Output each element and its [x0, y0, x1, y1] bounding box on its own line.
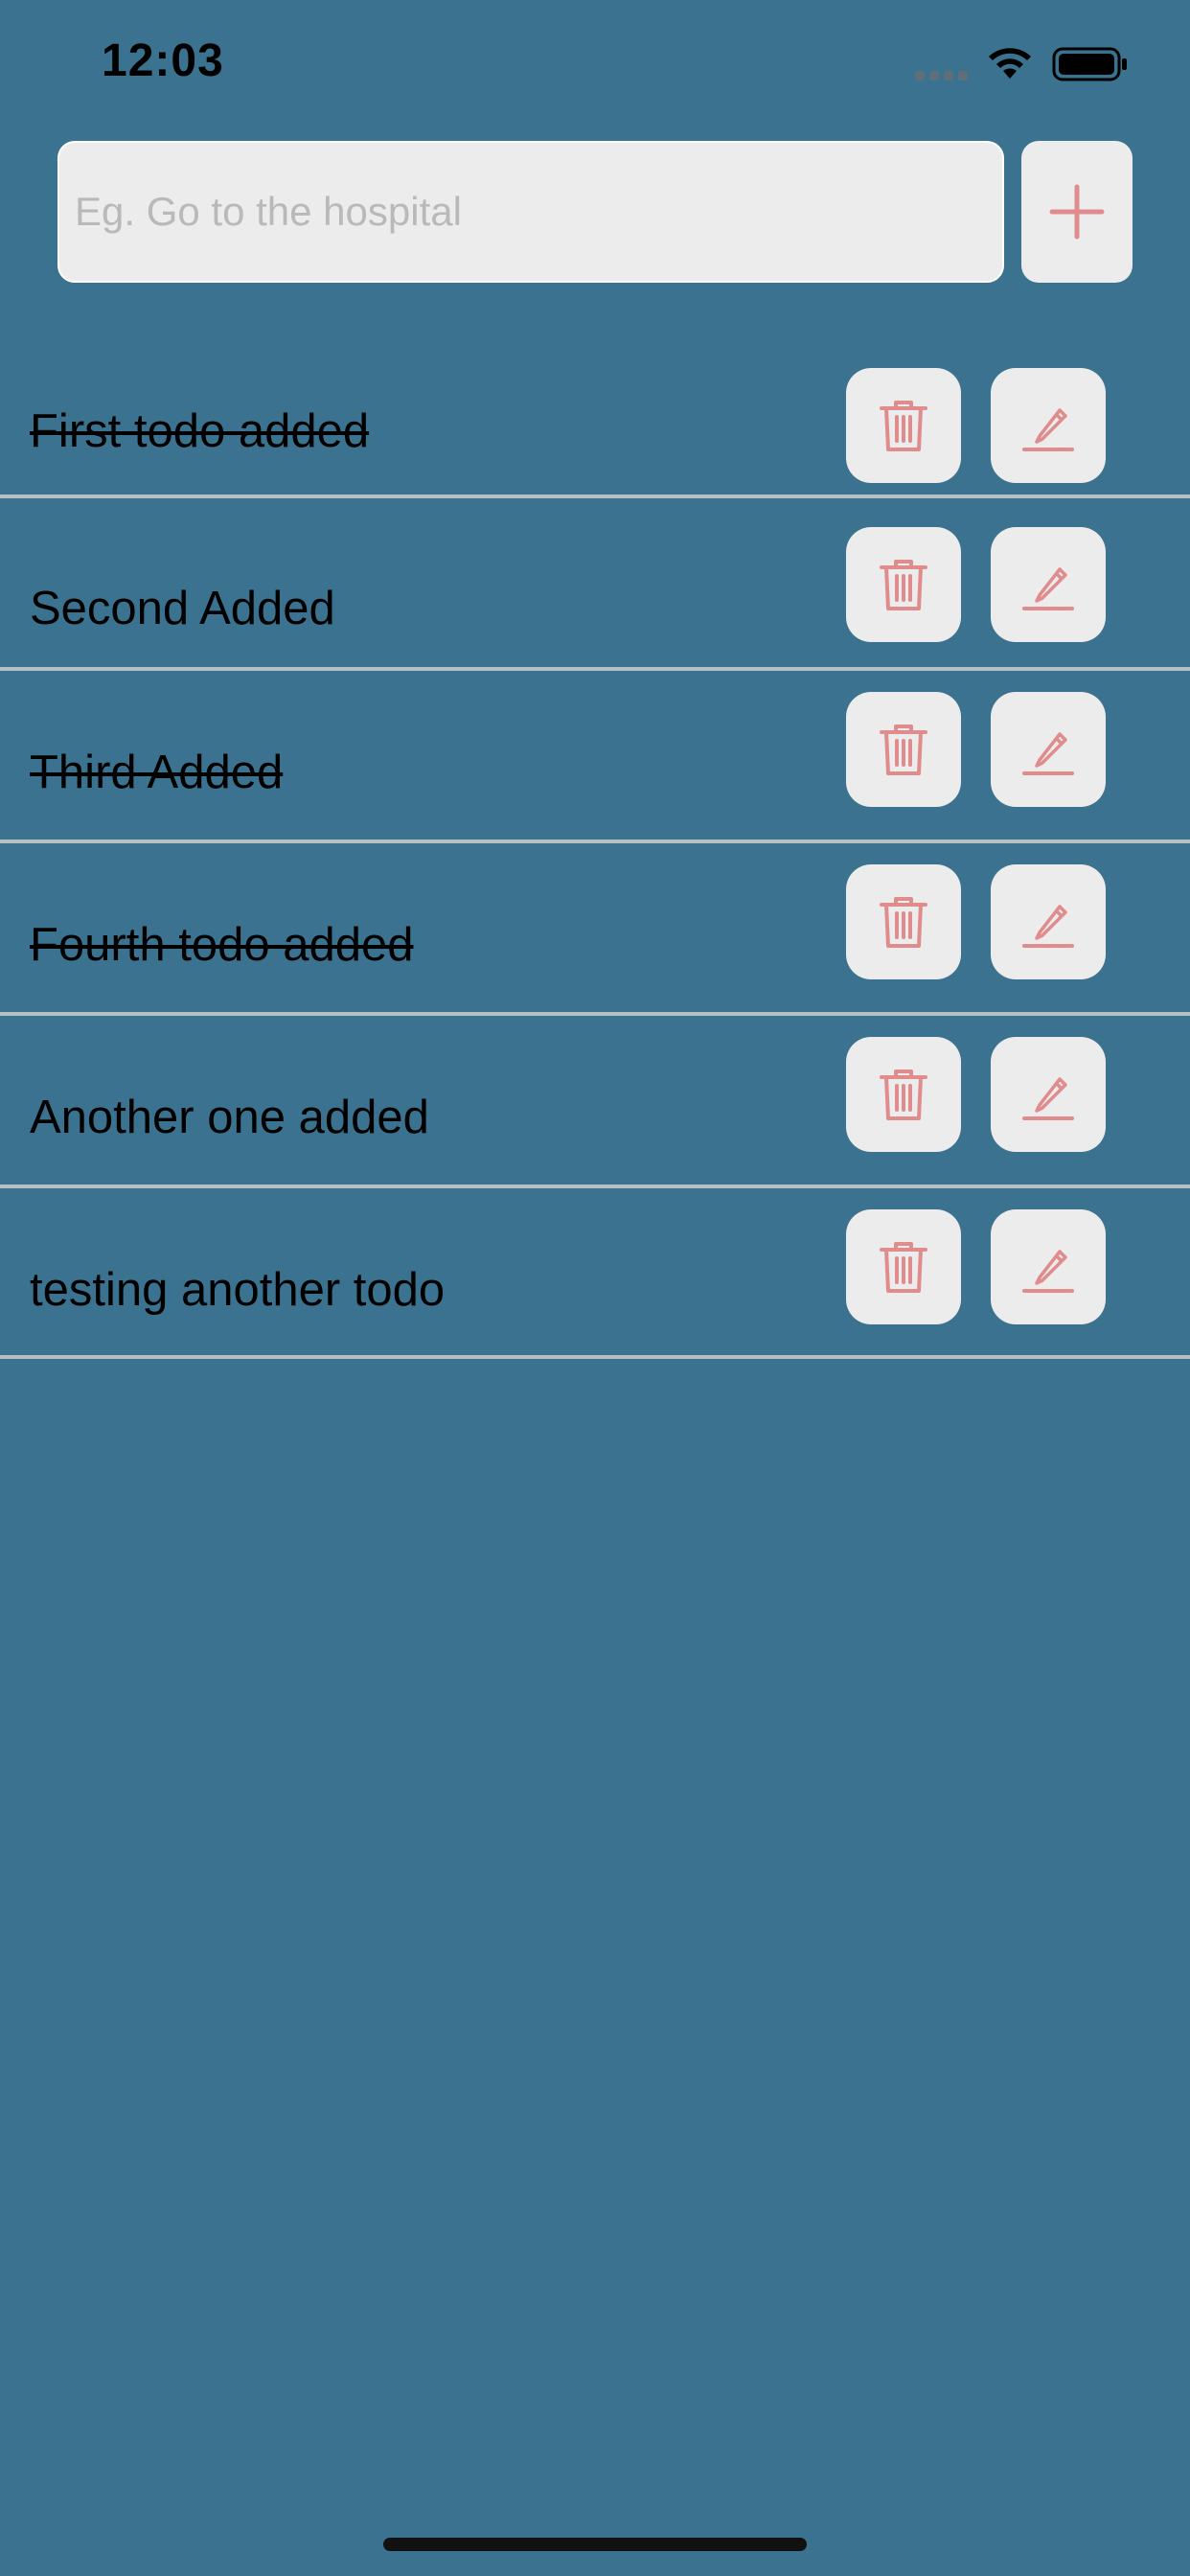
todo-text[interactable]: Another one added	[30, 1091, 429, 1144]
todo-input[interactable]	[57, 141, 1004, 283]
trash-icon	[880, 724, 927, 775]
wifi-icon	[989, 48, 1031, 79]
pencil-icon	[1022, 905, 1074, 948]
todo-row[interactable]: Second Added	[0, 498, 1190, 671]
pencil-icon	[1022, 1250, 1074, 1293]
todo-app-screen: 12:03 First todo added Second Added Third …	[0, 0, 1190, 2576]
todo-text[interactable]: testing another todo	[30, 1263, 445, 1317]
delete-todo-button[interactable]	[846, 527, 961, 642]
delete-todo-button[interactable]	[846, 1037, 961, 1152]
status-bar: 12:03	[0, 0, 1190, 134]
trash-icon	[880, 897, 927, 948]
trash-icon	[880, 1070, 927, 1120]
pencil-icon	[1022, 567, 1074, 610]
todo-row[interactable]: First todo added	[0, 326, 1190, 498]
todo-text[interactable]: Third Added	[30, 746, 283, 799]
pencil-icon	[1022, 408, 1074, 451]
todo-row[interactable]: Third Added	[0, 671, 1190, 843]
add-todo-button[interactable]	[1021, 141, 1133, 283]
trash-icon	[880, 560, 927, 610]
edit-todo-button[interactable]	[991, 368, 1106, 483]
delete-todo-button[interactable]	[846, 368, 961, 483]
pencil-icon	[1022, 732, 1074, 775]
pencil-icon	[1022, 1077, 1074, 1120]
trash-icon	[880, 1242, 927, 1293]
cellular-signal-icon	[915, 71, 968, 80]
todo-row[interactable]: Another one added	[0, 1016, 1190, 1188]
todo-text[interactable]: First todo added	[30, 404, 369, 458]
todo-row[interactable]: Fourth todo added	[0, 843, 1190, 1016]
trash-icon	[880, 401, 927, 451]
delete-todo-button[interactable]	[846, 1209, 961, 1324]
todo-text[interactable]: Fourth todo added	[30, 918, 413, 972]
todo-text[interactable]: Second Added	[30, 582, 335, 635]
battery-icon	[1052, 47, 1127, 81]
status-time: 12:03	[102, 35, 224, 86]
edit-todo-button[interactable]	[991, 1209, 1106, 1324]
edit-todo-button[interactable]	[991, 692, 1106, 807]
delete-todo-button[interactable]	[846, 864, 961, 979]
delete-todo-button[interactable]	[846, 692, 961, 807]
edit-todo-button[interactable]	[991, 1037, 1106, 1152]
edit-todo-button[interactable]	[991, 527, 1106, 642]
edit-todo-button[interactable]	[991, 864, 1106, 979]
home-indicator[interactable]	[383, 2538, 807, 2551]
plus-icon	[1049, 184, 1105, 240]
todo-row[interactable]: testing another todo	[0, 1188, 1190, 1359]
